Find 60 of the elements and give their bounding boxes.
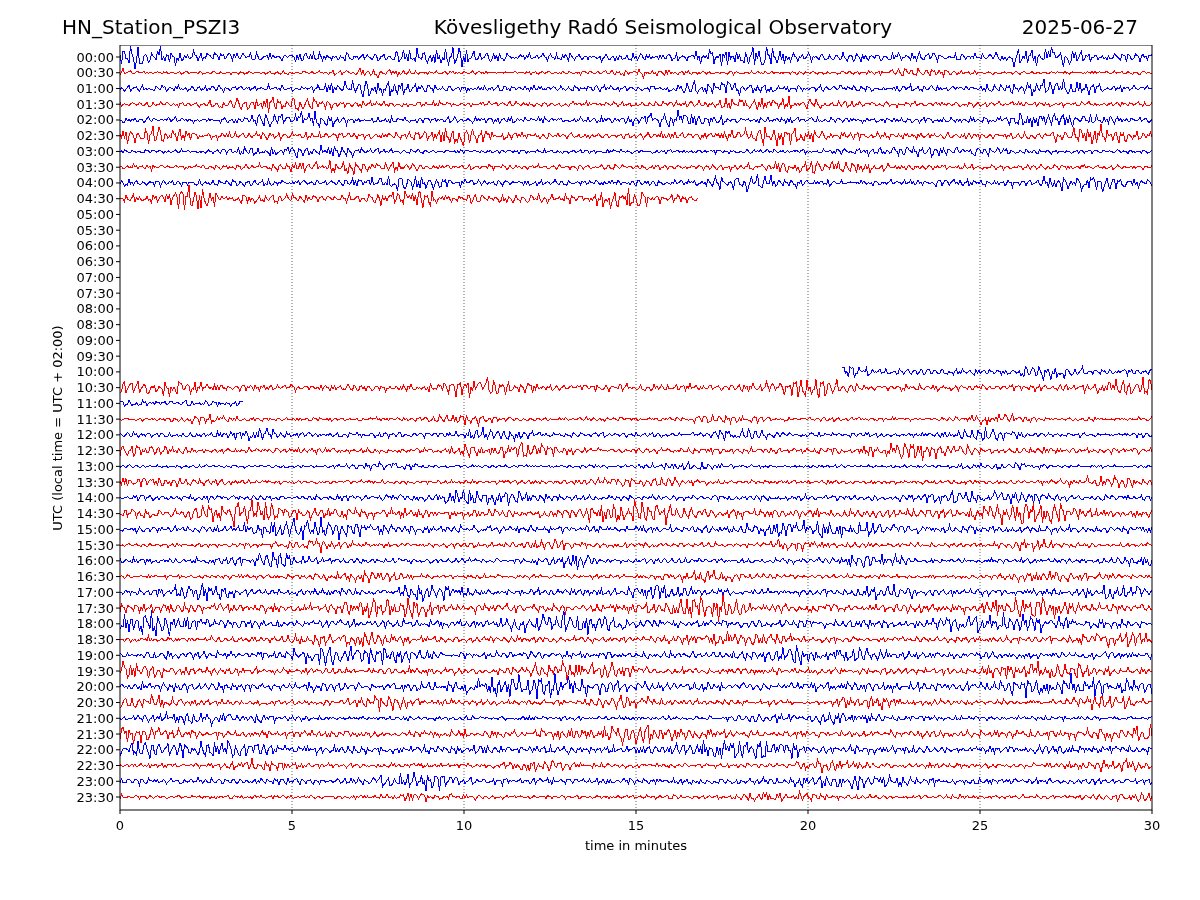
time-label: 12:00 xyxy=(76,427,114,443)
time-label: 22:30 xyxy=(76,758,114,773)
time-label: 10:30 xyxy=(76,380,114,396)
time-label: 06:30 xyxy=(76,254,114,270)
time-label: 01:30 xyxy=(76,96,114,112)
time-label: 03:30 xyxy=(76,159,114,175)
time-label: 11:00 xyxy=(76,395,114,411)
time-label: 19:30 xyxy=(76,663,114,679)
x-tick-label: 10 xyxy=(455,818,473,833)
x-tick-label: 25 xyxy=(971,818,989,833)
time-label: 09:00 xyxy=(76,332,114,348)
time-label: 13:30 xyxy=(76,474,114,490)
time-label: 07:00 xyxy=(76,269,114,285)
time-label: 12:30 xyxy=(76,443,114,459)
x-tick-label: 0 xyxy=(115,818,125,833)
time-label: 23:00 xyxy=(76,773,114,789)
time-label: 00:30 xyxy=(76,65,114,81)
time-label: 23:30 xyxy=(76,789,114,805)
time-label: 11:30 xyxy=(76,411,114,427)
plot-date: 2025-06-27 xyxy=(1021,13,1138,41)
x-tick-label: 5 xyxy=(287,818,297,833)
time-label: 15:00 xyxy=(76,521,114,537)
time-label: 01:00 xyxy=(76,81,114,96)
time-label: 07:30 xyxy=(76,285,114,301)
x-tick-label: 20 xyxy=(799,818,817,833)
time-label: 19:00 xyxy=(76,647,114,663)
time-label: 05:30 xyxy=(76,222,114,238)
time-label: 20:30 xyxy=(76,695,114,711)
time-label: 21:00 xyxy=(76,710,114,726)
time-label: 10:00 xyxy=(76,364,114,380)
time-label: 08:30 xyxy=(76,317,114,333)
time-label: 06:00 xyxy=(76,238,114,254)
time-label: 00:00 xyxy=(76,49,114,65)
time-label: 17:30 xyxy=(76,600,114,616)
time-label: 04:30 xyxy=(76,191,114,207)
time-label: 14:00 xyxy=(76,490,114,506)
time-label: 02:30 xyxy=(76,128,114,144)
time-label: 18:00 xyxy=(76,616,114,632)
time-label: 16:00 xyxy=(76,553,114,569)
time-label: 04:00 xyxy=(76,175,114,191)
time-label: 21:30 xyxy=(76,726,114,742)
time-label: 17:00 xyxy=(76,584,114,600)
x-tick-label: 30 xyxy=(1143,818,1161,833)
time-label: 16:30 xyxy=(76,569,114,585)
time-label: 14:30 xyxy=(76,506,114,522)
y-axis-label: UTC (local time = UTC + 02:00) xyxy=(50,325,65,531)
x-axis-label: time in minutes xyxy=(584,838,688,853)
time-label: 22:00 xyxy=(76,742,114,758)
plot-title: Kövesligethy Radó Seismological Observatory xyxy=(433,13,893,41)
time-label: 05:00 xyxy=(76,206,114,222)
x-tick-label: 15 xyxy=(627,818,645,833)
time-label: 18:30 xyxy=(76,632,114,648)
time-label: 09:30 xyxy=(76,348,114,364)
time-label: 20:00 xyxy=(76,679,114,695)
time-label: 08:00 xyxy=(76,301,114,317)
time-label: 03:00 xyxy=(76,143,114,159)
station-name: HN_Station_PSZI3 xyxy=(62,13,241,41)
time-label: 02:00 xyxy=(76,112,114,128)
time-label: 13:00 xyxy=(76,458,114,474)
time-label: 15:30 xyxy=(76,537,114,553)
